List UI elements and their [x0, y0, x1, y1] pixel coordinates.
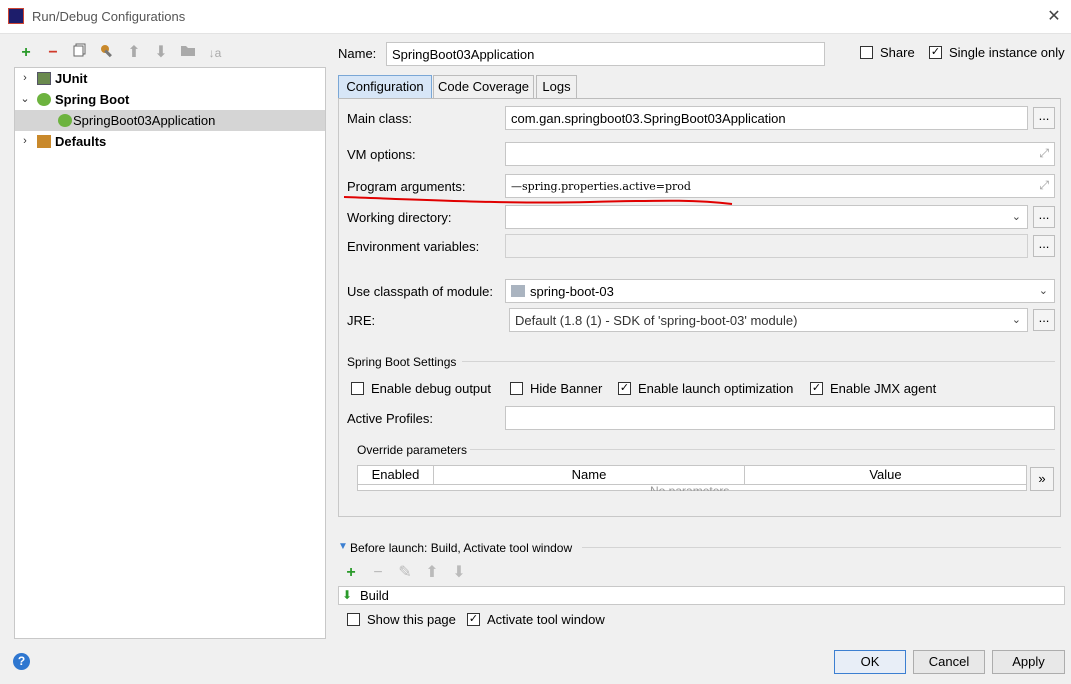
chevron-down-icon[interactable]: ⌄	[1039, 284, 1048, 297]
column-header-enabled[interactable]: Enabled	[358, 466, 434, 484]
arrow-down-icon[interactable]: ⬇	[449, 563, 469, 583]
sort-icon[interactable]: ↓a	[205, 43, 225, 63]
close-icon[interactable]: ✕	[1043, 6, 1065, 28]
add-task-icon[interactable]: +	[341, 563, 361, 583]
activate-tool-window-checkbox[interactable]: ✓	[467, 613, 480, 626]
name-label: Name:	[338, 46, 377, 61]
expand-table-button[interactable]: »	[1030, 467, 1054, 491]
jre-label: JRE:	[347, 313, 376, 328]
before-launch-task-list: ⬇ Build	[338, 586, 1065, 605]
arrow-down-icon[interactable]: ⬇	[151, 43, 171, 63]
module-folder-icon	[511, 285, 525, 297]
expand-icon[interactable]: ⤢	[1039, 178, 1049, 193]
active-profiles-label: Active Profiles:	[347, 411, 433, 426]
section-separator	[462, 361, 1055, 362]
active-profiles-input[interactable]	[505, 406, 1055, 430]
edit-task-icon[interactable]: ✎	[395, 563, 415, 583]
build-icon: ⬇	[342, 588, 353, 602]
activate-tool-window-label: Activate tool window	[487, 612, 605, 627]
main-class-browse-button[interactable]: ...	[1033, 107, 1055, 129]
tree-item-junit[interactable]: › JUnit	[15, 68, 325, 89]
copy-icon[interactable]	[70, 43, 90, 63]
chevron-down-icon[interactable]: ⌄	[19, 89, 31, 110]
launch-optimization-label: Enable launch optimization	[638, 381, 794, 396]
spring-boot-settings-title: Spring Boot Settings	[347, 355, 457, 369]
hide-banner-checkbox[interactable]	[510, 382, 523, 395]
chevron-down-icon[interactable]: ⌄	[1012, 210, 1021, 223]
jre-browse-button[interactable]: ...	[1033, 309, 1055, 331]
vm-options-label: VM options:	[347, 147, 416, 162]
chevron-right-icon[interactable]: ›	[19, 68, 31, 89]
single-instance-label: Single instance only	[949, 45, 1065, 60]
spring-boot-icon	[37, 93, 51, 106]
vm-options-input[interactable]: ⤢	[505, 142, 1055, 166]
tree-item-springboot03application[interactable]: SpringBoot03Application	[15, 110, 325, 131]
jmx-agent-label: Enable JMX agent	[830, 381, 937, 396]
main-class-input[interactable]: com.gan.springboot03.SpringBoot03Applica…	[505, 106, 1028, 130]
classpath-module-label: Use classpath of module:	[347, 284, 493, 299]
tree-item-spring-boot[interactable]: ⌄ Spring Boot	[15, 89, 325, 110]
tab-logs[interactable]: Logs	[536, 75, 577, 99]
single-instance-checkbox[interactable]: ✓	[929, 46, 942, 59]
working-directory-combo[interactable]: ⌄	[505, 205, 1028, 229]
launch-optimization-checkbox[interactable]: ✓	[618, 382, 631, 395]
before-launch-title[interactable]: Before launch: Build, Activate tool wind…	[350, 541, 572, 555]
classpath-module-combo[interactable]: spring-boot-03 ⌄	[505, 279, 1055, 303]
chevron-right-icon[interactable]: ›	[19, 131, 31, 152]
cancel-button[interactable]: Cancel	[913, 650, 985, 674]
add-icon[interactable]: +	[16, 43, 36, 63]
override-parameters-table: Enabled Name Value No parameters	[357, 465, 1027, 491]
junit-icon	[37, 72, 51, 85]
arrow-up-icon[interactable]: ⬆	[422, 563, 442, 583]
wrench-icon	[37, 135, 51, 148]
show-page-label: Show this page	[367, 612, 456, 627]
enable-debug-checkbox[interactable]	[351, 382, 364, 395]
show-page-checkbox[interactable]	[347, 613, 360, 626]
name-input[interactable]: SpringBoot03Application	[386, 42, 825, 66]
jmx-agent-checkbox[interactable]: ✓	[810, 382, 823, 395]
environment-variables-input[interactable]	[505, 234, 1028, 258]
wrench-icon[interactable]	[97, 43, 117, 63]
apply-button[interactable]: Apply	[992, 650, 1065, 674]
title-bar: Run/Debug Configurations ✕	[0, 0, 1071, 34]
chevron-down-icon[interactable]: ⌄	[1012, 313, 1021, 326]
expand-icon[interactable]: ⤢	[1039, 146, 1049, 161]
tree-item-defaults[interactable]: › Defaults	[15, 131, 325, 152]
tab-code-coverage[interactable]: Code Coverage	[433, 75, 534, 99]
main-class-label: Main class:	[347, 111, 413, 126]
task-item-build[interactable]: Build	[360, 588, 389, 603]
remove-icon[interactable]: −	[43, 43, 63, 63]
column-header-value[interactable]: Value	[745, 466, 1026, 484]
environment-variables-browse-button[interactable]: ...	[1033, 235, 1055, 257]
section-separator	[470, 449, 1055, 450]
configuration-tree: › JUnit ⌄ Spring Boot SpringBoot03Applic…	[14, 67, 326, 639]
share-checkbox[interactable]	[860, 46, 873, 59]
window-title: Run/Debug Configurations	[32, 9, 186, 24]
working-directory-label: Working directory:	[347, 210, 452, 225]
empty-table-text: No parameters	[650, 484, 730, 491]
program-arguments-label: Program arguments:	[347, 179, 466, 194]
override-parameters-title: Override parameters	[357, 443, 468, 457]
tab-configuration[interactable]: Configuration	[338, 75, 432, 99]
working-directory-browse-button[interactable]: ...	[1033, 206, 1055, 228]
ok-button[interactable]: OK	[834, 650, 906, 674]
environment-variables-label: Environment variables:	[347, 239, 480, 254]
share-label: Share	[880, 45, 915, 60]
remove-task-icon[interactable]: −	[368, 563, 388, 583]
arrow-up-icon[interactable]: ⬆	[124, 43, 144, 63]
collapse-triangle-icon[interactable]: ▼	[338, 541, 348, 552]
help-icon[interactable]: ?	[13, 653, 30, 670]
section-separator	[582, 547, 1061, 548]
app-icon	[8, 8, 24, 24]
folder-icon[interactable]	[178, 43, 198, 63]
enable-debug-label: Enable debug output	[371, 381, 491, 396]
jre-combo[interactable]: Default (1.8 (1) - SDK of 'spring-boot-0…	[509, 308, 1028, 332]
spring-boot-icon	[58, 114, 72, 127]
column-header-name[interactable]: Name	[434, 466, 745, 484]
hide-banner-label: Hide Banner	[530, 381, 603, 396]
